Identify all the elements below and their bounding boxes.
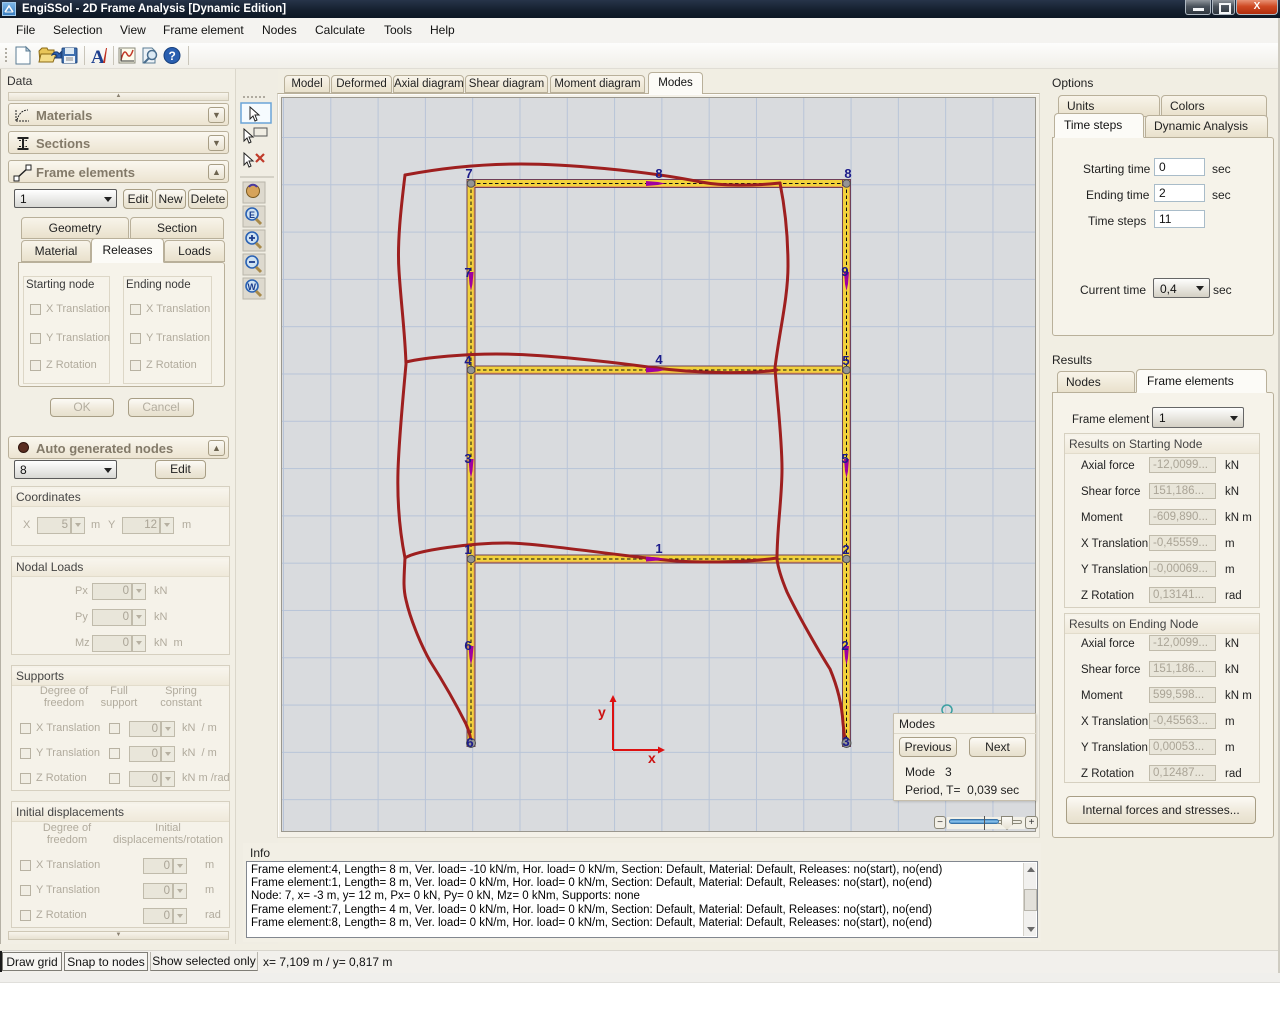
svg-text:y: y [598, 704, 606, 720]
svg-text:5: 5 [842, 353, 849, 368]
svg-text:E: E [249, 210, 255, 220]
svg-text:6: 6 [466, 735, 473, 750]
svg-text:7: 7 [464, 265, 471, 280]
svg-text:?: ? [169, 49, 176, 63]
svg-text:3: 3 [842, 734, 849, 749]
svg-text:7: 7 [465, 166, 472, 181]
svg-text:9: 9 [841, 264, 848, 279]
svg-text:4: 4 [655, 352, 663, 367]
svg-text:1: 1 [655, 541, 662, 556]
svg-text:8: 8 [844, 166, 851, 181]
svg-text:6: 6 [464, 638, 471, 653]
svg-text:8: 8 [655, 166, 662, 181]
svg-text:1: 1 [464, 542, 471, 557]
svg-text:2: 2 [841, 638, 848, 653]
svg-text:x: x [648, 750, 656, 766]
svg-text:A: A [91, 47, 105, 68]
svg-text:W: W [248, 282, 257, 292]
svg-text:2: 2 [842, 542, 849, 557]
svg-text:3: 3 [464, 451, 471, 466]
svg-text:5: 5 [841, 451, 848, 466]
svg-text:4: 4 [464, 353, 472, 368]
